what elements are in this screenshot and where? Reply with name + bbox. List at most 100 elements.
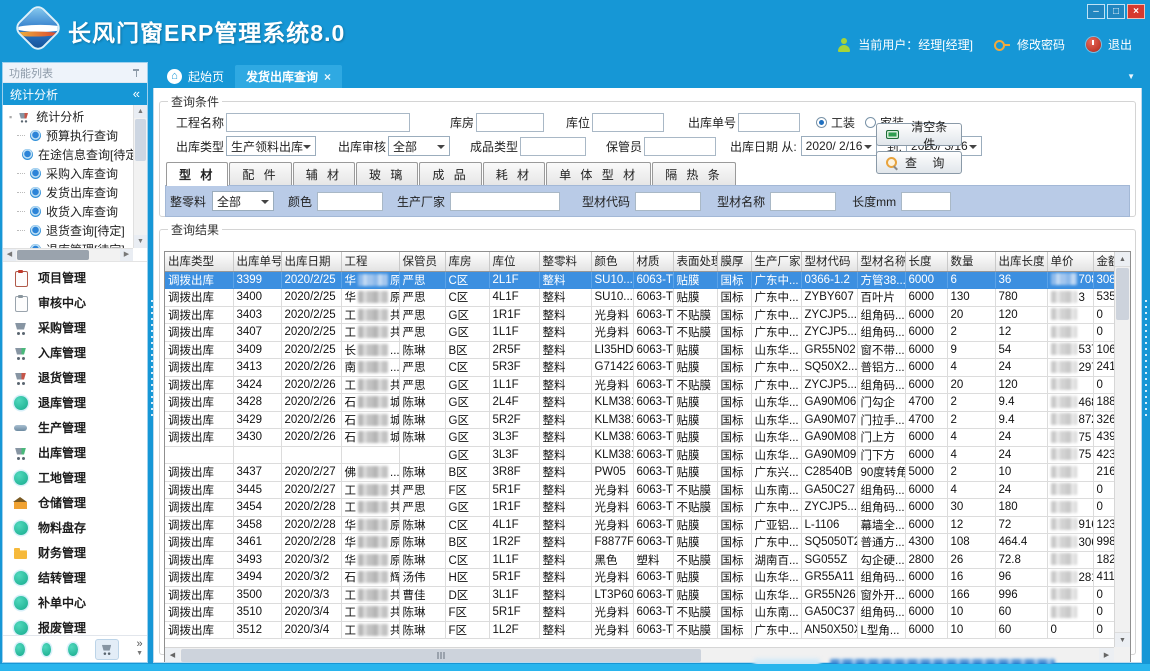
sidebar-item-采购管理[interactable]: 采购管理 — [3, 315, 147, 340]
table-row[interactable]: 调拨出库34302020/2/26石城陈琳G区3L3F整料KLM38176063… — [165, 429, 1117, 447]
scroll-down-icon[interactable]: ▼ — [134, 235, 147, 248]
cart-quick-button[interactable] — [95, 639, 119, 660]
table-row[interactable]: 调拨出库34282020/2/26石城陈琳G区2L4F整料KLM38176063… — [165, 394, 1117, 412]
length-input[interactable] — [901, 192, 951, 211]
scrollbar-thumb[interactable] — [17, 250, 89, 260]
tree-item[interactable]: 收货入库查询 — [3, 202, 133, 221]
radio-work-clothing[interactable]: 工装 — [816, 114, 855, 131]
scroll-down-icon[interactable]: ▼ — [1115, 632, 1130, 647]
quick-module-icon[interactable] — [42, 643, 52, 656]
tree-horizontal-scrollbar[interactable]: ◀ ▶ — [3, 248, 133, 261]
material-tab-8[interactable]: 隔 热 条 — [652, 162, 736, 185]
column-header[interactable]: 工程 — [341, 252, 399, 271]
tab-shipment-query[interactable]: 发货出库查询 × — [235, 65, 342, 88]
table-row[interactable]: 调拨出库34092020/2/25长...陈琳B区2R5F整料LI35HD606… — [165, 341, 1117, 359]
sidebar-item-财务管理[interactable]: 财务管理 — [3, 540, 147, 565]
column-header[interactable]: 生产厂家 — [751, 252, 801, 271]
sidebar-item-出库管理[interactable]: 出库管理 — [3, 440, 147, 465]
column-header[interactable]: 型材名称 — [857, 252, 905, 271]
table-row[interactable]: 调拨出库34032020/2/25工共工程严思G区1R1F整料光身料6063-T… — [165, 306, 1117, 324]
sidebar-item-入库管理[interactable]: 入库管理 — [3, 340, 147, 365]
column-header[interactable]: 数量 — [947, 252, 995, 271]
table-row[interactable]: 调拨出库35102020/3/4工共工程陈琳F区5R1F整料光身料6063-T5… — [165, 604, 1117, 622]
tree-expand-icon[interactable]: ▪ — [9, 112, 12, 122]
table-row[interactable]: 调拨出库33992020/2/25华原...严思C区2L1F整料SU10...6… — [165, 271, 1117, 289]
tree-vertical-scrollbar[interactable]: ▲ ▼ — [133, 105, 147, 248]
sidebar-item-报废管理[interactable]: 报废管理 — [3, 615, 147, 635]
scrollbar-thumb[interactable] — [135, 119, 146, 161]
splitter[interactable] — [148, 62, 153, 663]
table-row[interactable]: 调拨出库34542020/2/28工共工程严思G区1R1F整料光身料6063-T… — [165, 499, 1117, 517]
tab-home[interactable]: ⌂ 起始页 — [156, 65, 235, 88]
sidebar-item-项目管理[interactable]: 项目管理 — [3, 265, 147, 290]
grid-vertical-scrollbar[interactable]: ▲ ▼ — [1114, 252, 1130, 647]
tree-item[interactable]: 在途信息查询[待定] — [3, 145, 133, 164]
out-type-select[interactable]: 生产领料出库 — [226, 136, 316, 156]
table-row[interactable]: 调拨出库34612020/2/28华原...陈琳B区1R2F整料F8877FT6… — [165, 534, 1117, 552]
table-row[interactable]: 调拨出库34242020/2/26工共工程严思G区1L1F整料光身料6063-T… — [165, 376, 1117, 394]
maximize-button[interactable]: □ — [1107, 4, 1125, 19]
scroll-right-icon[interactable]: ▶ — [1099, 648, 1114, 663]
column-header[interactable]: 型材代码 — [801, 252, 857, 271]
pin-icon[interactable] — [132, 68, 141, 78]
logout-link[interactable]: 退出 — [1108, 36, 1132, 53]
location-input[interactable] — [592, 113, 664, 132]
column-header[interactable]: 颜色 — [591, 252, 633, 271]
whole-partial-select[interactable]: 全部 — [212, 191, 274, 211]
column-header[interactable]: 整零料 — [539, 252, 591, 271]
stats-group-header[interactable]: 统计分析 « — [3, 83, 147, 105]
sidebar-item-仓储管理[interactable]: 仓储管理 — [3, 490, 147, 515]
material-tab-4[interactable]: 玻 璃 — [356, 162, 418, 185]
tab-close-icon[interactable]: × — [324, 70, 331, 84]
audit-select[interactable]: 全部 — [388, 136, 450, 156]
column-header[interactable]: 单价 — [1047, 252, 1093, 271]
sidebar-item-退货管理[interactable]: 退货管理 — [3, 365, 147, 390]
collapse-icon[interactable]: « — [133, 89, 140, 99]
change-password-link[interactable]: 修改密码 — [1017, 36, 1065, 53]
product-type-input[interactable] — [520, 137, 586, 156]
table-row[interactable]: 调拨出库34582020/2/28华原...陈琳C区4L1F整料光身料6063-… — [165, 516, 1117, 534]
tree-item[interactable]: 发货出库查询 — [3, 183, 133, 202]
manufacturer-input[interactable] — [450, 192, 560, 211]
tree-item[interactable]: 退库管理[待定] — [3, 240, 133, 248]
tree-item[interactable]: 退货查询[待定] — [3, 221, 133, 240]
table-row[interactable]: 调拨出库34072020/2/25工共工程严思G区1L1F整料光身料6063-T… — [165, 324, 1117, 342]
scroll-right-icon[interactable]: ▶ — [120, 249, 133, 261]
material-tab-3[interactable]: 辅 材 — [293, 162, 355, 185]
sidebar-item-退库管理[interactable]: 退库管理 — [3, 390, 147, 415]
column-header[interactable]: 出库长度 — [995, 252, 1047, 271]
table-row[interactable]: 调拨出库34452020/2/27工共工程严思F区5R1F整料光身料6063-T… — [165, 481, 1117, 499]
tree-root[interactable]: ▪ 统计分析 — [3, 107, 133, 126]
clear-conditions-button[interactable]: 清空条件 — [876, 123, 962, 146]
scroll-left-icon[interactable]: ◀ — [165, 648, 180, 663]
close-button[interactable]: × — [1127, 4, 1145, 19]
scroll-up-icon[interactable]: ▲ — [134, 105, 147, 118]
material-tab-7[interactable]: 单 体 型 材 — [546, 162, 651, 185]
material-tab-1[interactable]: 型 材 — [166, 162, 228, 186]
minimize-button[interactable]: – — [1087, 4, 1105, 19]
column-header[interactable]: 材质 — [633, 252, 673, 271]
column-header[interactable]: 出库单号 — [233, 252, 281, 271]
table-row[interactable]: 调拨出库34372020/2/27佛...陈琳B区3R8F整料PW056063-… — [165, 464, 1117, 482]
table-row[interactable]: 调拨出库34002020/2/25华原...严思C区4L1F整料SU10...6… — [165, 289, 1117, 307]
sidebar-item-审核中心[interactable]: 审核中心 — [3, 290, 147, 315]
scrollbar-thumb[interactable] — [1116, 268, 1129, 320]
color-input[interactable] — [317, 192, 383, 211]
profile-code-input[interactable] — [635, 192, 701, 211]
scroll-left-icon[interactable]: ◀ — [3, 249, 16, 261]
table-row[interactable]: 调拨出库34932020/3/2华原...陈琳C区1L1F整料黑色塑料不贴膜国标… — [165, 551, 1117, 569]
quick-module-icon[interactable] — [68, 643, 78, 656]
sidebar-item-工地管理[interactable]: 工地管理 — [3, 465, 147, 490]
column-header[interactable]: 膜厚 — [717, 252, 751, 271]
project-name-input[interactable] — [226, 113, 410, 132]
date-from-picker[interactable]: 2020/ 2/16 — [801, 136, 877, 156]
profile-name-input[interactable] — [770, 192, 836, 211]
more-modules-button[interactable]: »▼ — [136, 640, 143, 658]
quick-module-icon[interactable] — [15, 643, 25, 656]
table-row[interactable]: 调拨出库34292020/2/26石城陈琳G区5R2F整料KLM38176063… — [165, 411, 1117, 429]
column-header[interactable]: 表面处理 — [673, 252, 717, 271]
column-header[interactable]: 长度 — [905, 252, 947, 271]
material-tab-2[interactable]: 配 件 — [229, 162, 291, 185]
sidebar-item-生产管理[interactable]: 生产管理 — [3, 415, 147, 440]
table-row[interactable]: G区3L3F整料KLM38176063-T5贴膜国标山东华...GA90M09.… — [165, 446, 1117, 464]
